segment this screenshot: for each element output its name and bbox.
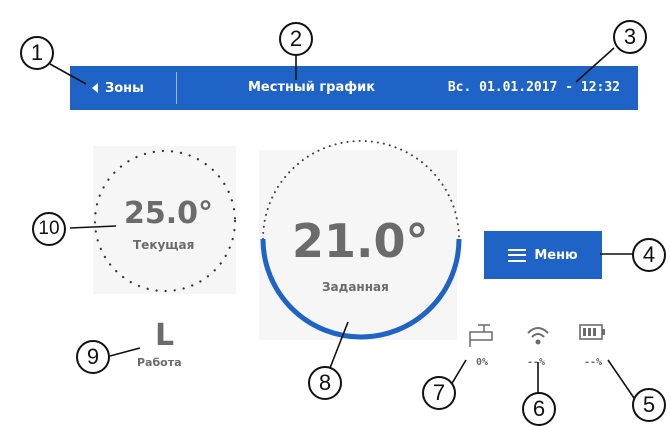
target-temp-label: Заданная [322,280,389,294]
callout-3: 3 [613,20,647,54]
valve-percent: 0% [476,357,489,368]
battery-icon [579,324,605,340]
current-temp-label: Текущая [133,238,195,252]
mode-letter: L [155,318,175,353]
hamburger-icon [508,248,527,262]
datetime-display: Вс. 01.01.2017 - 12:32 [447,80,620,95]
back-label: Зоны [105,80,144,96]
mode-label: Работа [137,356,182,369]
callout-1: 1 [20,36,54,70]
valve-icon [469,324,493,347]
callout-6: 6 [522,392,556,426]
callout-8: 8 [308,366,342,400]
battery-percent: --% [584,357,603,368]
current-temp-value: 25.0° [124,196,214,231]
callout-9: 9 [76,340,110,374]
callout-2: 2 [279,22,313,56]
callout-4: 4 [632,238,666,272]
target-temp-value: 21.0° [292,214,429,268]
back-arrow-icon [92,83,98,93]
page-title: Местный график [248,80,376,95]
menu-button[interactable]: Меню [484,231,602,279]
top-bar: Зоны Местный график Вс. 01.01.2017 - 12:… [70,66,638,110]
callout-7: 7 [422,376,456,410]
callout-10: 10 [32,212,66,246]
back-to-zones-button[interactable]: Зоны [70,66,176,110]
menu-label: Меню [534,247,578,263]
callout-5: 5 [632,388,666,422]
wifi-icon [527,327,549,345]
header-divider [176,72,177,104]
signal-percent: --% [527,357,546,368]
